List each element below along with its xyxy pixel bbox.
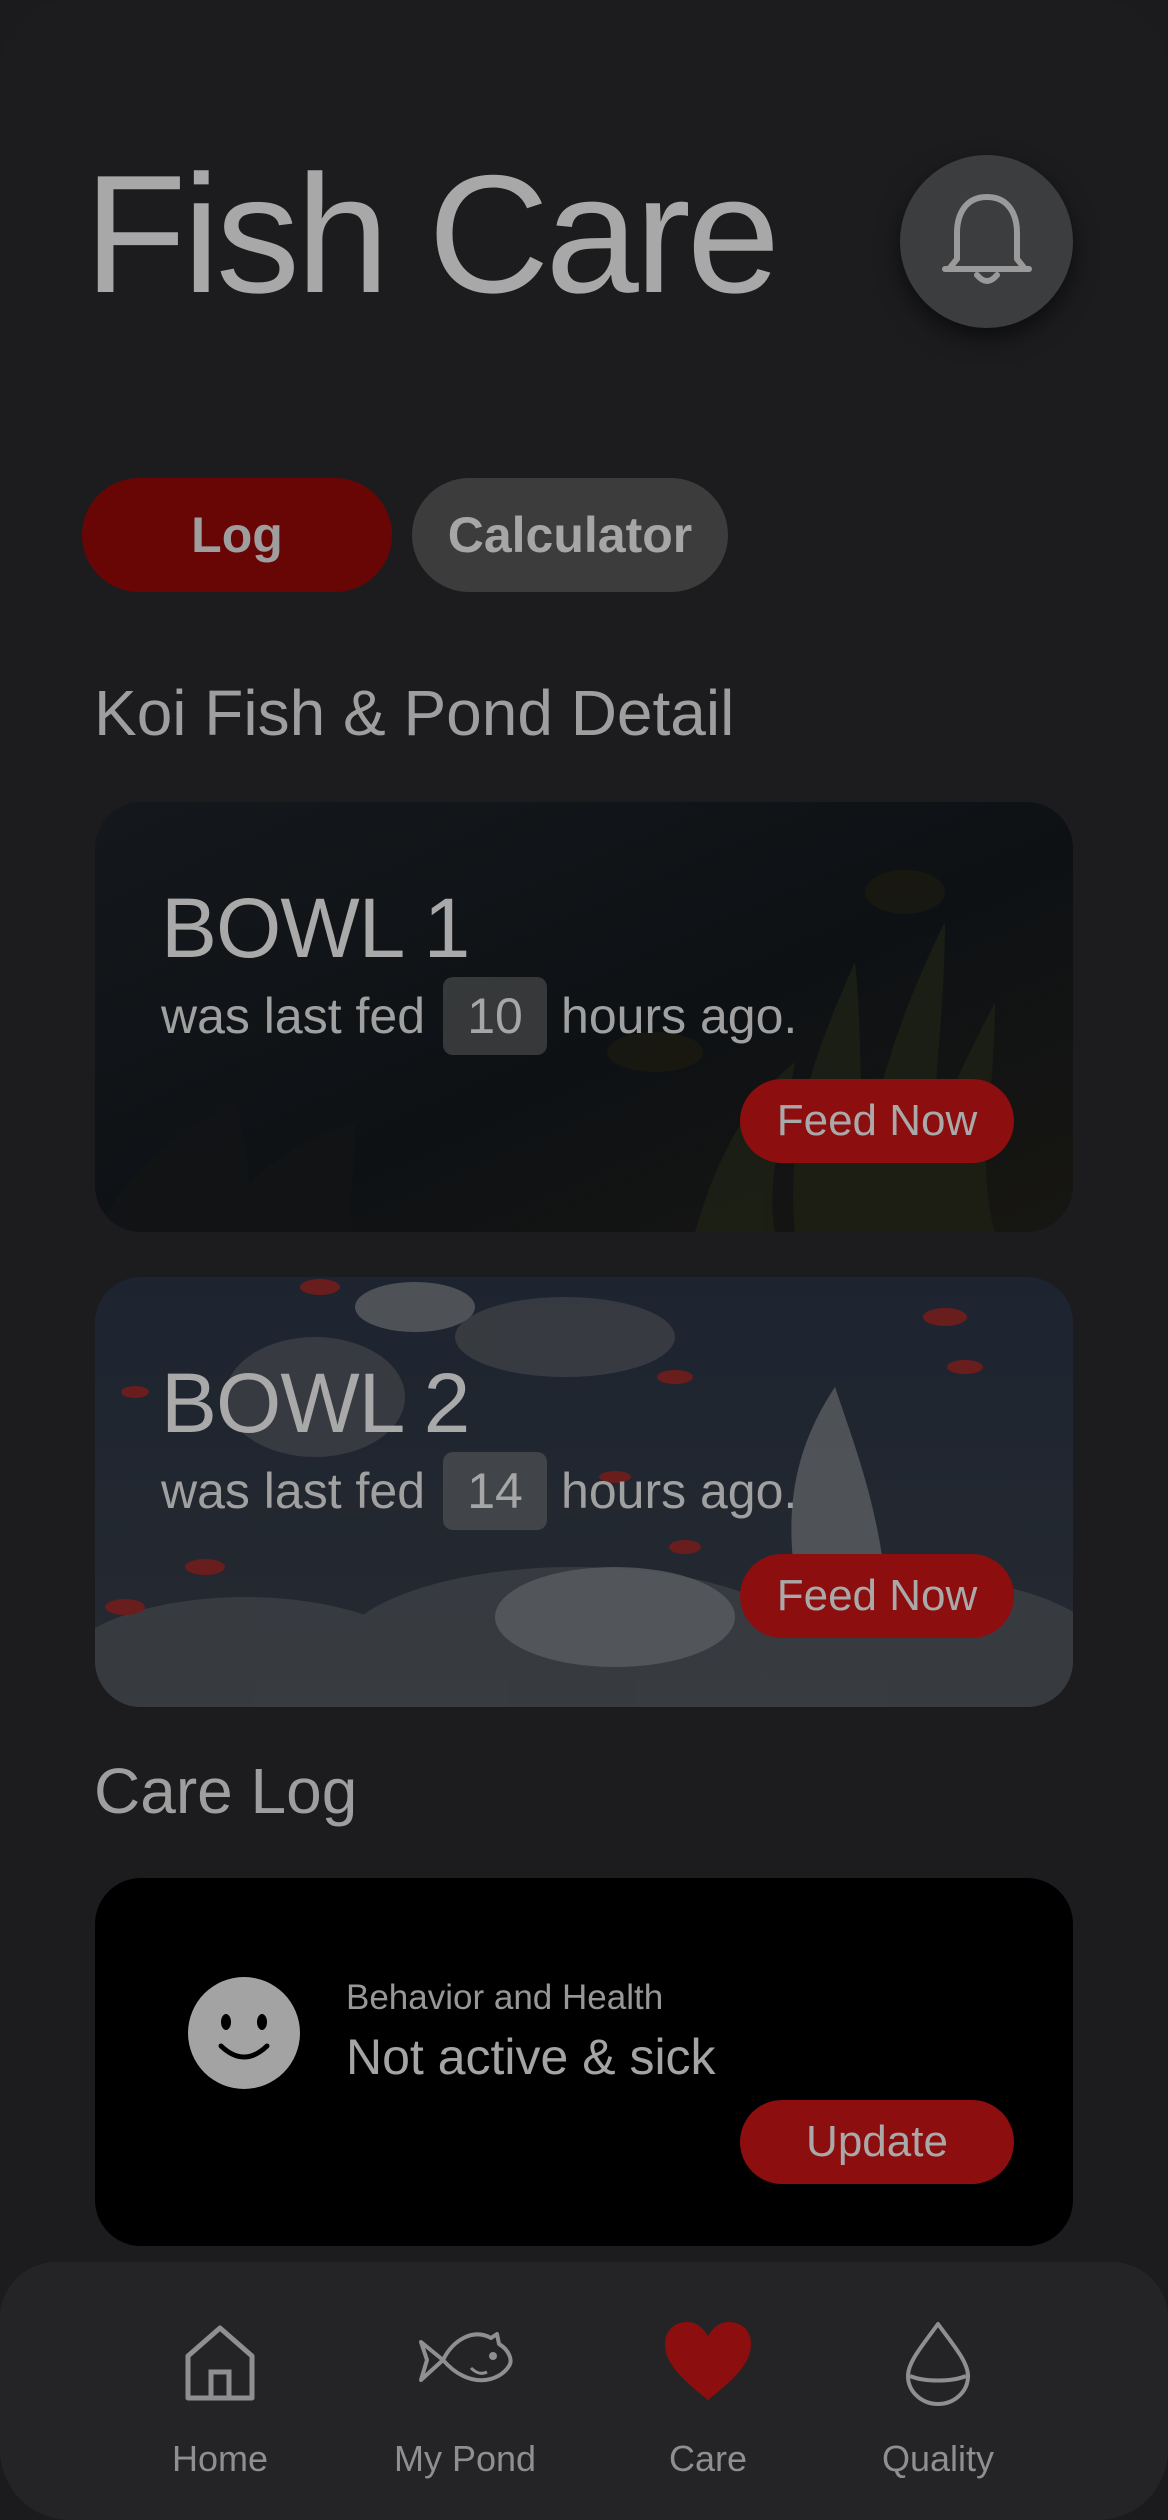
nav-label: My Pond xyxy=(393,2438,537,2479)
page-title: Fish Care xyxy=(84,140,780,328)
fish-icon xyxy=(419,2332,513,2383)
feed-now-button[interactable]: Feed Now xyxy=(740,1554,1014,1638)
heart-icon xyxy=(665,2322,751,2400)
nav-label: Quality xyxy=(881,2438,995,2479)
tab-log[interactable]: Log xyxy=(82,478,392,592)
feed-now-button[interactable]: Feed Now xyxy=(740,1079,1014,1163)
bowl-card: BOWL 2 was last fed 14 hours ago. Feed N… xyxy=(95,1277,1073,1707)
bottom-navigation: Home My Pond Care Quality xyxy=(0,2262,1168,2520)
nav-item-my-pond[interactable]: My Pond xyxy=(365,2320,565,2490)
care-log-title: Care Log xyxy=(94,1755,358,1827)
nav-item-care[interactable]: Care xyxy=(608,2320,808,2490)
care-log-entry: Behavior and Health Not active & sick Up… xyxy=(95,1878,1073,2246)
last-fed-suffix: hours ago. xyxy=(561,1463,798,1519)
home-icon xyxy=(185,2325,255,2401)
nav-item-home[interactable]: Home xyxy=(120,2320,320,2490)
update-button[interactable]: Update xyxy=(740,2100,1014,2184)
last-fed-prefix: was last fed xyxy=(161,988,426,1044)
nav-label: Home xyxy=(171,2438,269,2479)
care-entry-label: Behavior and Health xyxy=(346,1978,664,2017)
tab-calculator[interactable]: Calculator xyxy=(412,478,728,592)
last-fed-line: was last fed 10 hours ago. xyxy=(161,977,797,1055)
notifications-button[interactable] xyxy=(900,155,1073,328)
smiley-face-icon xyxy=(188,1977,300,2089)
last-fed-suffix: hours ago. xyxy=(561,988,798,1044)
bell-icon xyxy=(941,193,1032,284)
hours-since-fed: 10 xyxy=(443,977,548,1055)
last-fed-line: was last fed 14 hours ago. xyxy=(161,1452,797,1530)
water-drop-icon xyxy=(906,2322,970,2406)
bowl-card: BOWL 1 was last fed 10 hours ago. Feed N… xyxy=(95,802,1073,1232)
last-fed-prefix: was last fed xyxy=(161,1463,426,1519)
care-entry-value: Not active & sick xyxy=(346,2029,716,2085)
hours-since-fed: 14 xyxy=(443,1452,548,1530)
nav-label: Care xyxy=(668,2438,748,2479)
nav-item-quality[interactable]: Quality xyxy=(838,2320,1038,2490)
pond-section-title: Koi Fish & Pond Detail xyxy=(94,677,735,749)
bowl-name: BOWL 1 xyxy=(161,881,470,975)
fish-care-screen: Fish Care Log Calculator Koi Fish & Pond… xyxy=(0,0,1168,2520)
bowl-name: BOWL 2 xyxy=(161,1356,470,1450)
